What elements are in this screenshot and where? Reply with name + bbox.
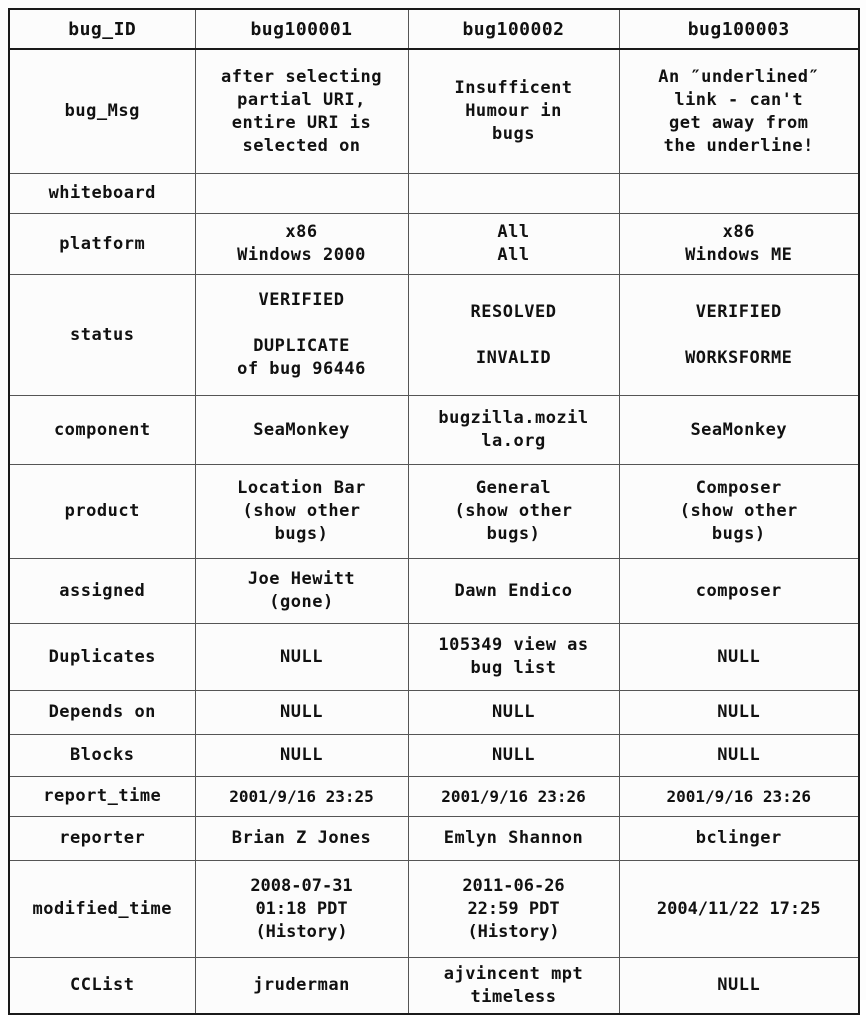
table-header-row: bug_ID bug100001 bug100002 bug100003: [9, 9, 859, 50]
table-row: product Location Bar (show other bugs) G…: [9, 464, 859, 559]
cell-value: Joe Hewitt (gone): [194, 558, 409, 624]
cell-value: 2001/9/16 23:25: [194, 776, 409, 817]
column-header-bug100001: bug100001: [194, 9, 409, 50]
cell-value: VERIFIED WORKSFORME: [618, 274, 859, 396]
field-label: assigned: [9, 558, 196, 624]
table-row: report_time 2001/9/16 23:25 2001/9/16 23…: [9, 776, 859, 817]
cell-value: NULL: [194, 690, 409, 735]
column-header-bug-id: bug_ID: [9, 9, 196, 50]
field-label: whiteboard: [9, 173, 196, 214]
cell-value: [194, 173, 409, 214]
field-label: component: [9, 395, 196, 465]
cell-value: x86 Windows 2000: [194, 213, 409, 275]
cell-value: bugzilla.mozil la.org: [407, 395, 620, 465]
field-label: status: [9, 274, 196, 396]
field-label: modified_time: [9, 860, 196, 958]
table-row: modified_time 2008-07-31 01:18 PDT (Hist…: [9, 860, 859, 958]
table-row: Duplicates NULL 105349 view as bug list …: [9, 623, 859, 691]
table-row: platform x86 Windows 2000 All All x86 Wi…: [9, 213, 859, 275]
cell-value: x86 Windows ME: [618, 213, 859, 275]
field-label: bug_Msg: [9, 48, 196, 174]
table-row: assigned Joe Hewitt (gone) Dawn Endico c…: [9, 558, 859, 624]
field-label: CCList: [9, 957, 196, 1014]
cell-value: SeaMonkey: [194, 395, 409, 465]
table-row: Blocks NULL NULL NULL: [9, 734, 859, 777]
table-row: CCList jruderman ajvincent mpt timeless …: [9, 957, 859, 1014]
cell-value: NULL: [618, 623, 859, 691]
column-header-bug100002: bug100002: [407, 9, 620, 50]
table-row: component SeaMonkey bugzilla.mozil la.or…: [9, 395, 859, 465]
cell-value: 105349 view as bug list: [407, 623, 620, 691]
cell-value: NULL: [618, 734, 859, 777]
table-row: status VERIFIED DUPLICATE of bug 96446 R…: [9, 274, 859, 396]
cell-value: VERIFIED DUPLICATE of bug 96446: [194, 274, 409, 396]
table-row: bug_Msg after selecting partial URI, ent…: [9, 48, 859, 174]
cell-value: bclinger: [618, 816, 859, 861]
cell-value: NULL: [407, 734, 620, 777]
page: bug_ID bug100001 bug100002 bug100003 bug…: [0, 0, 866, 1015]
field-label: product: [9, 464, 196, 559]
cell-value: 2001/9/16 23:26: [407, 776, 620, 817]
cell-value: All All: [407, 213, 620, 275]
cell-value: Brian Z Jones: [194, 816, 409, 861]
cell-value: General (show other bugs): [407, 464, 620, 559]
cell-value: NULL: [407, 690, 620, 735]
table-row: reporter Brian Z Jones Emlyn Shannon bcl…: [9, 816, 859, 861]
field-label: platform: [9, 213, 196, 275]
field-label: report_time: [9, 776, 196, 817]
cell-value: [407, 173, 620, 214]
field-label: Blocks: [9, 734, 196, 777]
cell-value: NULL: [618, 957, 859, 1014]
cell-value: 2011-06-26 22:59 PDT (History): [407, 860, 620, 958]
cell-value: NULL: [194, 734, 409, 777]
cell-value: ajvincent mpt timeless: [407, 957, 620, 1014]
cell-value: Location Bar (show other bugs): [194, 464, 409, 559]
field-label: Depends on: [9, 690, 196, 735]
cell-value: after selecting partial URI, entire URI …: [194, 48, 409, 174]
field-label: reporter: [9, 816, 196, 861]
table-row: whiteboard: [9, 173, 859, 214]
cell-value: Composer (show other bugs): [618, 464, 859, 559]
cell-value: Emlyn Shannon: [407, 816, 620, 861]
cell-value: 2001/9/16 23:26: [618, 776, 859, 817]
cell-value: 2008-07-31 01:18 PDT (History): [194, 860, 409, 958]
cell-value: RESOLVED INVALID: [407, 274, 620, 396]
cell-value: NULL: [618, 690, 859, 735]
cell-value: jruderman: [194, 957, 409, 1014]
cell-value: NULL: [194, 623, 409, 691]
cell-value: SeaMonkey: [618, 395, 859, 465]
cell-value: [618, 173, 859, 214]
field-label: Duplicates: [9, 623, 196, 691]
column-header-bug100003: bug100003: [618, 9, 859, 50]
bug-details-table: bug_ID bug100001 bug100002 bug100003 bug…: [8, 8, 860, 1015]
table-row: Depends on NULL NULL NULL: [9, 690, 859, 735]
cell-value: An ″underlined″ link - can't get away fr…: [618, 48, 859, 174]
cell-value: Insufficent Humour in bugs: [407, 48, 620, 174]
cell-value: composer: [618, 558, 859, 624]
cell-value: Dawn Endico: [407, 558, 620, 624]
cell-value: 2004/11/22 17:25: [618, 860, 859, 958]
